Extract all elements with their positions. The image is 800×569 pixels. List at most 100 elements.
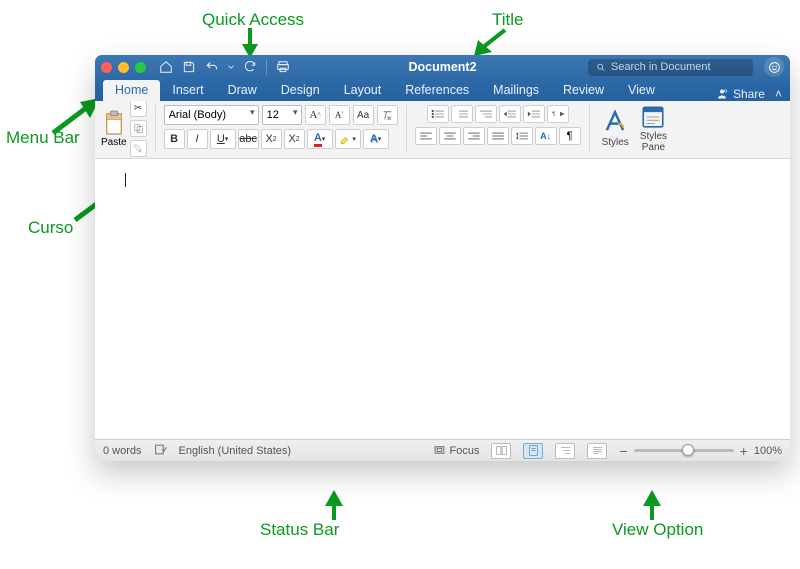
italic-button[interactable]: I — [187, 129, 208, 149]
underline-button[interactable]: U ▾ — [210, 129, 236, 149]
feedback-icon[interactable] — [764, 57, 784, 77]
arrow-status-bar — [322, 490, 347, 523]
format-painter-button[interactable] — [130, 140, 147, 157]
undo-icon[interactable] — [203, 58, 221, 76]
paste-button[interactable]: Paste — [101, 110, 127, 148]
zoom-slider[interactable] — [634, 449, 734, 452]
svg-text:¶: ¶ — [552, 112, 555, 118]
tab-review[interactable]: Review — [551, 80, 616, 101]
zoom-out-button[interactable]: − — [619, 443, 627, 459]
search-box[interactable] — [588, 59, 753, 76]
font-size-select[interactable]: 12 — [262, 105, 302, 125]
home-icon[interactable] — [157, 58, 175, 76]
group-font: Arial (Body) 12 A^ Aˇ Aa B I U ▾ abc X2 … — [164, 105, 407, 152]
font-color-button[interactable]: A▾ — [307, 129, 333, 149]
group-paragraph: ¶ A↓ ¶ — [415, 105, 590, 152]
grow-font-button[interactable]: A^ — [305, 105, 326, 125]
print-icon[interactable] — [274, 58, 292, 76]
anno-title: Title — [492, 10, 524, 30]
shrink-font-button[interactable]: Aˇ — [329, 105, 350, 125]
tab-layout[interactable]: Layout — [332, 80, 394, 101]
font-name-select[interactable]: Arial (Body) — [164, 105, 259, 125]
document-area[interactable] — [95, 159, 790, 439]
highlight-button[interactable]: ▾ — [335, 129, 361, 149]
window-controls — [101, 62, 146, 73]
share-icon — [716, 88, 728, 100]
titlebar: Document2 — [95, 55, 790, 79]
print-layout-view[interactable] — [523, 443, 543, 459]
numbering-button[interactable] — [451, 105, 473, 123]
anno-cursor: Curso — [28, 218, 73, 238]
share-label: Share — [733, 87, 765, 101]
text-cursor — [125, 173, 126, 187]
search-input[interactable] — [611, 61, 745, 73]
redo-icon[interactable] — [241, 58, 259, 76]
bullets-button[interactable] — [427, 105, 449, 123]
anno-status-bar: Status Bar — [260, 520, 339, 540]
subscript-button[interactable]: X2 — [261, 129, 282, 149]
increase-indent-button[interactable] — [523, 105, 545, 123]
undo-dropdown-icon[interactable] — [226, 58, 236, 76]
spellcheck-icon[interactable] — [154, 443, 167, 459]
ribbon: Paste ✂ Arial (Body) 12 A^ Aˇ Aa — [95, 101, 790, 159]
tab-design[interactable]: Design — [269, 80, 332, 101]
tab-mailings[interactable]: Mailings — [481, 80, 551, 101]
maximize-window[interactable] — [135, 62, 146, 73]
read-mode-view[interactable] — [491, 443, 511, 459]
tab-insert[interactable]: Insert — [160, 80, 215, 101]
justify-button[interactable] — [487, 127, 509, 145]
text-effects-button[interactable]: A▾ — [363, 129, 389, 149]
close-window[interactable] — [101, 62, 112, 73]
focus-mode[interactable]: Focus — [433, 444, 480, 457]
draft-view[interactable] — [587, 443, 607, 459]
arrow-view-option — [640, 490, 665, 523]
paste-label: Paste — [101, 137, 127, 148]
outline-view[interactable] — [555, 443, 575, 459]
tab-draw[interactable]: Draw — [216, 80, 269, 101]
qat-separator — [266, 59, 267, 75]
group-styles: Styles Styles Pane — [598, 105, 679, 152]
superscript-button[interactable]: X2 — [284, 129, 305, 149]
collapse-ribbon-icon[interactable]: ˄ — [775, 87, 790, 101]
tab-view[interactable]: View — [616, 80, 667, 101]
status-bar: 0 words English (United States) Focus − … — [95, 439, 790, 461]
tab-row: Home Insert Draw Design Layout Reference… — [95, 79, 790, 101]
search-icon — [596, 62, 606, 73]
focus-label: Focus — [450, 445, 480, 457]
bold-button[interactable]: B — [164, 129, 185, 149]
tab-home[interactable]: Home — [103, 80, 160, 101]
anno-view-option: View Option — [612, 520, 703, 540]
share-button[interactable]: Share — [706, 87, 775, 101]
multilevel-list-button[interactable] — [475, 105, 497, 123]
zoom-in-button[interactable]: + — [740, 443, 748, 459]
zoom-thumb[interactable] — [682, 444, 694, 456]
word-count[interactable]: 0 words — [103, 445, 142, 457]
align-right-button[interactable] — [463, 127, 485, 145]
align-center-button[interactable] — [439, 127, 461, 145]
styles-icon — [602, 109, 628, 135]
minimize-window[interactable] — [118, 62, 129, 73]
zoom-percentage[interactable]: 100% — [754, 445, 782, 457]
tab-references[interactable]: References — [393, 80, 481, 101]
cut-button[interactable]: ✂ — [130, 100, 147, 117]
styles-label: Styles — [602, 137, 629, 148]
copy-button[interactable] — [130, 120, 147, 137]
save-icon[interactable] — [180, 58, 198, 76]
clipboard-icon — [103, 110, 125, 136]
show-marks-button[interactable]: ¶ — [559, 127, 581, 145]
language-status[interactable]: English (United States) — [179, 445, 292, 457]
styles-pane-button[interactable]: Styles Pane — [636, 104, 671, 153]
strikethrough-button[interactable]: abc — [238, 129, 259, 149]
styles-button[interactable]: Styles — [598, 109, 633, 148]
word-window: Document2 Home Insert Draw Design Layout… — [95, 55, 790, 461]
align-left-button[interactable] — [415, 127, 437, 145]
clear-formatting-button[interactable] — [377, 105, 398, 125]
change-case-button[interactable]: Aa — [353, 105, 374, 125]
styles-pane-label: Styles Pane — [640, 132, 667, 153]
styles-pane-icon — [640, 104, 666, 130]
line-spacing-button[interactable] — [511, 127, 533, 145]
left-to-right-button[interactable]: ¶ — [547, 105, 569, 123]
sort-button[interactable]: A↓ — [535, 127, 557, 145]
decrease-indent-button[interactable] — [499, 105, 521, 123]
anno-quick-access: Quick Access — [202, 10, 304, 30]
